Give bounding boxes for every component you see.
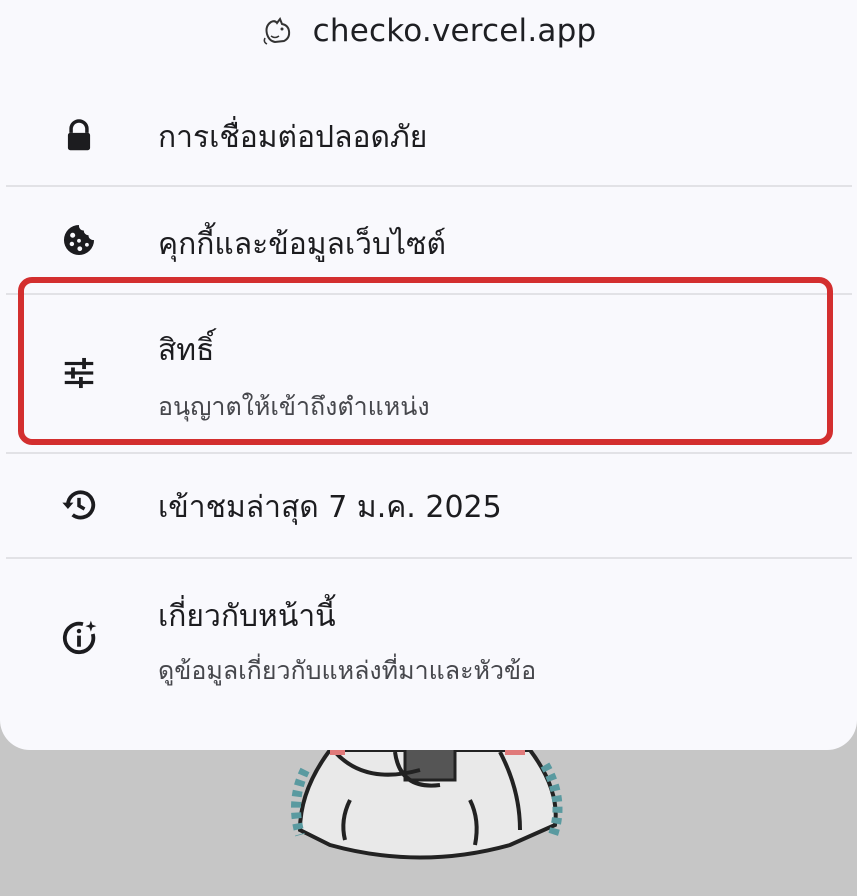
tune-icon [64, 357, 94, 389]
cookies-title: คุกกี้และข้อมูลเว็บไซต์ [158, 227, 446, 262]
about-page-row[interactable]: เกี่ยวกับหน้านี้ ดูข้อมูลเกี่ยวกับแหล่งท… [0, 559, 857, 709]
permissions-subtitle: อนุญาตให้เข้าถึงตำแหน่ง [158, 392, 430, 421]
page-info-sheet: checko.vercel.app การเชื่อมต่อปลอดภัย คุ… [0, 0, 857, 750]
lock-icon [67, 119, 91, 151]
about-page-subtitle: ดูข้อมูลเกี่ยวกับแหล่งที่มาและหัวข้อ [158, 656, 537, 685]
last-visited-title: เข้าชมล่าสุด 7 ม.ค. 2025 [158, 490, 502, 525]
last-visited-row[interactable]: เข้าชมล่าสุด 7 ม.ค. 2025 [0, 454, 857, 558]
connection-security-title: การเชื่อมต่อปลอดภัย [158, 120, 428, 155]
permissions-title: สิทธิ์ [158, 333, 215, 368]
info-sparkle-icon [62, 620, 97, 655]
cookies-row[interactable]: คุกกี้และข้อมูลเว็บไซต์ [0, 187, 857, 293]
cartoon-character-illustration [291, 746, 563, 860]
history-icon [62, 490, 96, 520]
cookie-icon [63, 224, 95, 256]
about-page-title: เกี่ยวกับหน้านี้ [158, 599, 336, 634]
connection-security-row[interactable]: การเชื่อมต่อปลอดภัย [0, 86, 857, 186]
site-domain: checko.vercel.app [312, 13, 597, 49]
permissions-row[interactable]: สิทธิ์ อนุญาตให้เข้าถึงตำแหน่ง [0, 295, 857, 450]
site-header: checko.vercel.app [0, 0, 857, 62]
cat-favicon-icon [263, 16, 290, 45]
